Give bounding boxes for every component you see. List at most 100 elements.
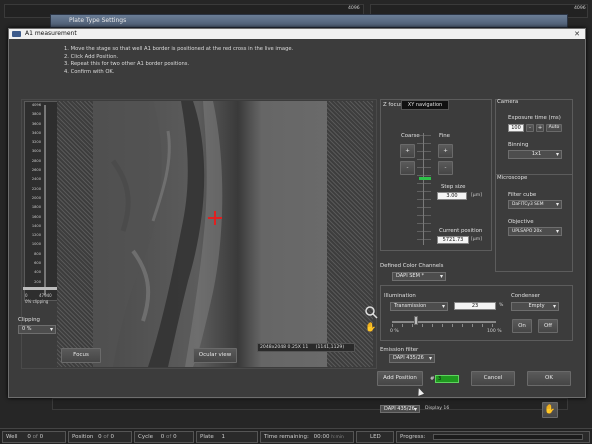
scale-tick: 3600 <box>31 121 41 126</box>
color-channels-label: Defined Color Channels <box>380 263 444 269</box>
background-number: 4096 <box>574 6 586 11</box>
histogram-bar <box>44 105 46 295</box>
hand-button[interactable]: ✋ <box>364 321 378 335</box>
status-of: of <box>32 434 38 440</box>
fine-down-button[interactable]: - <box>438 161 453 175</box>
condenser-select[interactable]: Empty <box>511 302 559 311</box>
illumination-slider[interactable] <box>392 321 496 323</box>
camera-panel <box>495 99 573 175</box>
clipping-label: Clipping <box>18 317 40 323</box>
color-channels-select[interactable]: DAPI SEM * <box>392 272 446 281</box>
status-position: Position 0 of 0 <box>68 431 132 443</box>
status-led: LED <box>356 431 394 443</box>
background-number: 4096 <box>348 6 360 11</box>
exposure-minus-button[interactable]: - <box>526 124 534 132</box>
scale-tick: 1600 <box>31 214 41 219</box>
background-bottom-display: Display 16 <box>425 406 450 411</box>
filter-cube-select[interactable]: DaFITCy3 SEM <box>508 200 562 209</box>
live-image[interactable] <box>93 101 327 367</box>
exposure-label: Exposure time (ms) <box>508 115 561 121</box>
focus-button[interactable]: Focus <box>61 348 101 363</box>
histogram-scale: 4096 3800 3600 3400 3200 3000 2800 2600 … <box>27 101 41 296</box>
scale-tick: 3200 <box>31 140 41 145</box>
position-count: 3 <box>435 375 459 383</box>
close-icon[interactable]: ✕ <box>573 30 581 38</box>
fine-up-button[interactable]: + <box>438 144 453 158</box>
step-size-unit: [µm] <box>471 193 482 198</box>
ok-button[interactable]: OK <box>527 371 571 386</box>
exposure-plus-button[interactable]: + <box>536 124 544 132</box>
condenser-on-button[interactable]: On <box>512 319 532 333</box>
condenser-off-button[interactable]: Off <box>538 319 558 333</box>
scale-tick: 1200 <box>31 233 41 238</box>
illumination-label: Illumination <box>384 293 416 299</box>
instruction-line: 2. Click Add Position. <box>64 53 119 60</box>
cancel-button[interactable]: Cancel <box>471 371 515 386</box>
scale-tick: 2400 <box>31 177 41 182</box>
status-cycle-total: 0 <box>173 434 177 440</box>
magnifier-button[interactable] <box>364 305 378 319</box>
illumination-scale-min: 0 % <box>390 329 399 334</box>
add-position-button[interactable]: Add Position <box>377 371 423 386</box>
status-position-label: Position <box>72 434 94 440</box>
red-cross-icon <box>208 211 222 225</box>
tab-xy-navigation[interactable]: XY navigation <box>401 100 449 110</box>
scale-tick: 1800 <box>31 205 41 210</box>
status-of: of <box>166 434 172 440</box>
illumination-select[interactable]: Transmission <box>390 302 448 311</box>
status-of: of <box>103 434 109 440</box>
step-size-field[interactable]: 3.00 <box>437 192 467 200</box>
status-well-total: 0 <box>39 434 44 440</box>
status-time-value: 00:00 <box>313 434 330 440</box>
histogram-slider[interactable] <box>23 287 61 290</box>
background-bottom-panel <box>52 398 568 410</box>
background-hand-button[interactable]: ✋ <box>542 402 558 418</box>
status-well-label: Well <box>6 434 18 440</box>
scale-tick: 4096 <box>31 103 41 107</box>
current-position-field: 5721.73 <box>437 236 469 244</box>
illumination-slider-thumb[interactable] <box>413 316 418 325</box>
app-icon <box>12 31 21 37</box>
status-cycle: Cycle 0 of 0 <box>134 431 194 443</box>
scale-tick: 2600 <box>31 168 41 173</box>
microscope-panel <box>495 174 573 272</box>
status-position-total: 0 <box>110 434 114 440</box>
histogram-max: 47940 <box>39 293 52 298</box>
clipping-select[interactable]: 0 % <box>18 325 56 334</box>
scale-tick: 600 <box>34 261 41 266</box>
z-slider-ticks <box>417 135 431 243</box>
emission-filter-label: Emission filter <box>380 347 419 353</box>
instruction-line: 1. Move the stage so that well A1 border… <box>64 46 294 52</box>
background-bottom-field[interactable]: DAPI 435/26 <box>380 405 420 413</box>
status-cycle-label: Cycle <box>138 434 154 440</box>
background-window-titlebar: Plate Type Settings <box>50 14 568 28</box>
objective-label: Objective <box>508 219 534 225</box>
objective-select[interactable]: UPLSAPO 20x <box>508 227 562 236</box>
z-slider-thumb[interactable] <box>419 177 431 180</box>
exposure-auto-button[interactable]: Auto <box>546 124 562 132</box>
coarse-up-button[interactable]: + <box>400 144 415 158</box>
scale-tick: 400 <box>34 270 41 275</box>
background-window-title: Plate Type Settings <box>69 17 127 24</box>
progress-bar <box>433 434 583 440</box>
scale-tick: 2000 <box>31 195 41 200</box>
emission-filter-select[interactable]: DAPI 435/26 <box>389 354 435 363</box>
illumination-intensity-field[interactable]: 23 <box>454 302 496 310</box>
coarse-down-button[interactable]: - <box>400 161 415 175</box>
instruction-line: 3. Repeat this for two other A1 border p… <box>64 61 190 68</box>
status-plate-value: 1 <box>221 434 226 440</box>
tab-z-focus[interactable]: Z focus <box>383 102 403 108</box>
image-info-text: 2048x2048 0.25X 11 <box>260 345 309 350</box>
histogram-min: 0 <box>25 293 28 298</box>
tab-xy-label: XY navigation <box>407 102 443 108</box>
image-info: 2048x2048 0.25X 11 (1141,1129) <box>257 343 355 352</box>
mouse-cursor-icon <box>415 387 425 396</box>
a1-measurement-dialog: A1 measurement ✕ 1. Move the stage so th… <box>8 28 586 398</box>
image-coords: (1141,1129) <box>315 345 345 350</box>
binning-select[interactable]: 1x1 <box>508 150 562 159</box>
hand-icon: ✋ <box>365 323 377 333</box>
status-well: Well 0 of 0 <box>2 431 66 443</box>
status-time-label: Time remaining: <box>264 434 309 440</box>
exposure-field[interactable]: 100 <box>508 124 524 132</box>
ocular-view-button[interactable]: Ocular view <box>193 348 237 363</box>
